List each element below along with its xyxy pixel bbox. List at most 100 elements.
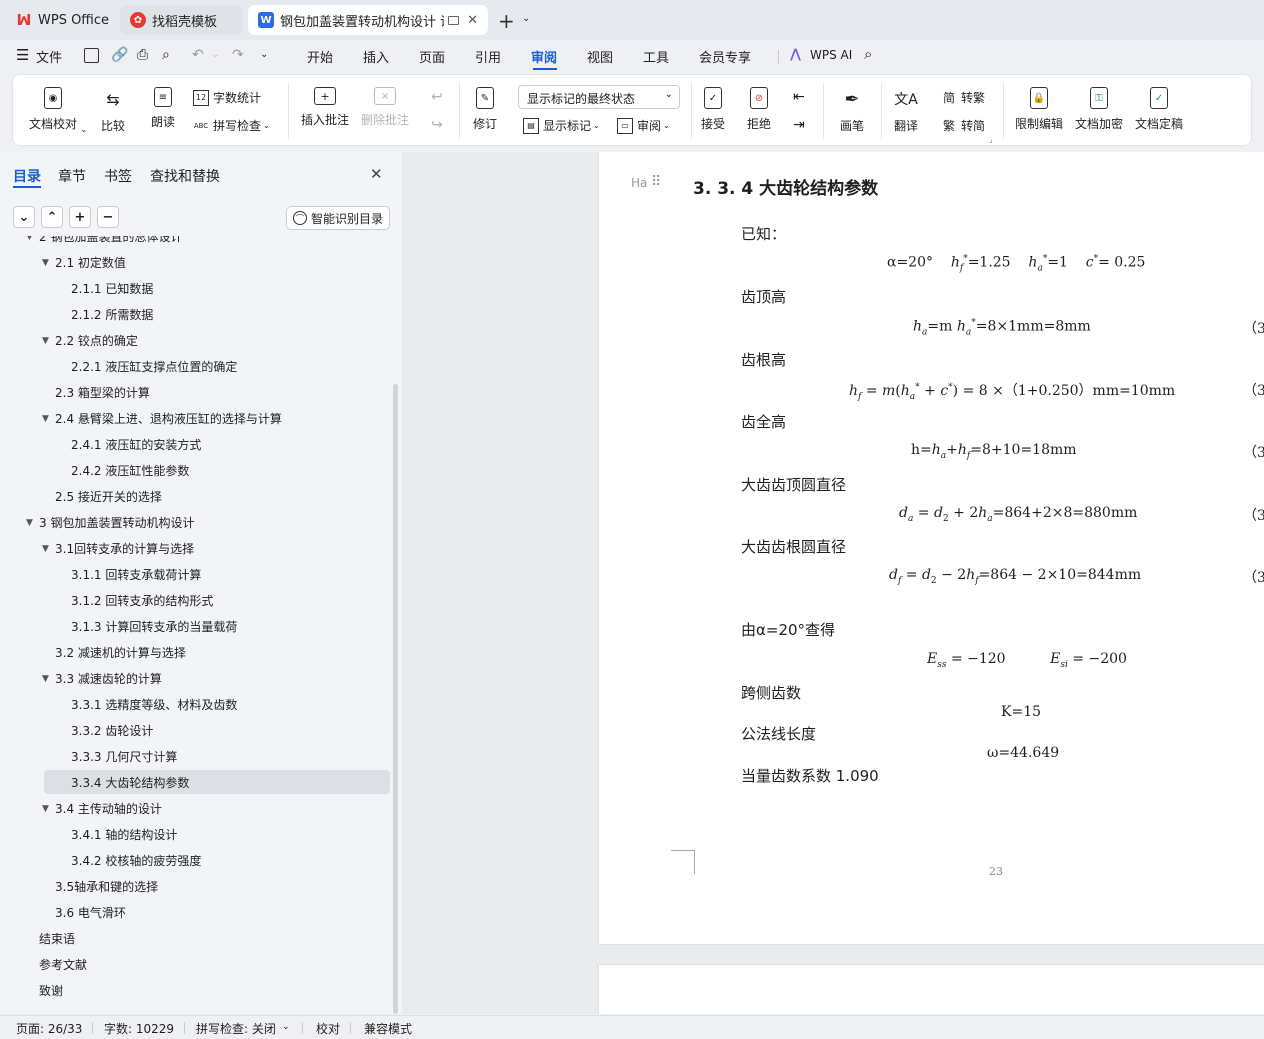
print-preview-icon[interactable]: ⌕ [162,47,170,63]
proofread-status[interactable]: 校对 [316,1020,340,1037]
chevron-down-icon[interactable]: ⌄ [282,1022,290,1032]
toc-item[interactable]: 结束语 [39,926,75,952]
toc-scrollbar[interactable] [393,384,398,1014]
translate-button[interactable]: 文A 翻译 [893,87,919,134]
toc-item[interactable]: 3.6 电气滑环 [55,900,126,926]
close-pane-icon[interactable]: ✕ [370,165,383,183]
collapse-all-button[interactable]: ⌃ [41,206,63,228]
drag-handle-icon[interactable]: ⠿ [651,174,661,190]
toc-item[interactable]: 3.3.3 几何尺寸计算 [71,744,177,770]
toc-item[interactable]: 3.3.1 选精度等级、材料及齿数 [71,692,237,718]
expand-toggle-icon[interactable]: ▼ [42,544,49,554]
spell-check-button[interactable]: ABC 拼写检查 ⌄ [193,117,270,134]
toc-item[interactable]: 2.3 箱型梁的计算 [55,380,150,406]
menu-wps-ai[interactable]: WPS AI [810,48,852,62]
to-traditional-button[interactable]: 简转繁 [941,89,985,106]
toc-item[interactable]: 3.1.2 回转支承的结构形式 [71,588,213,614]
menu-member[interactable]: 会员专享 [699,47,751,66]
menu-view[interactable]: 视图 [587,47,613,66]
tab-document[interactable]: W 钢包加盖装置转动机构设计 说 ✕ [248,5,488,35]
add-level-button[interactable]: + [69,206,91,228]
menu-home[interactable]: 开始 [307,47,333,66]
remove-level-button[interactable]: − [97,206,119,228]
menu-review[interactable]: 审阅 [531,47,557,66]
toc-item[interactable]: 2 钢包加盖装置的总体设计 [39,236,182,250]
tab-template[interactable]: ✿ 找稻壳模板 [120,5,242,35]
toc-item[interactable]: 参考文献 [39,952,87,978]
toc-item[interactable]: 2.1.2 所需数据 [71,302,153,328]
chevron-down-icon[interactable]: ⌄ [522,13,530,24]
read-aloud-button[interactable]: ≡ 朗读 [151,87,175,130]
toc-item[interactable]: 3.5轴承和键的选择 [55,874,158,900]
search-icon[interactable]: ⌕ [864,45,872,63]
menu-reference[interactable]: 引用 [475,47,501,66]
toc-item[interactable]: 3.1.3 计算回转支承的当量载荷 [71,614,237,640]
link-icon[interactable]: 🔗 [111,47,128,63]
tab-wps-office[interactable]: ꟽ WPS Office [6,5,114,35]
word-count-indicator[interactable]: 字数: 10229 [104,1020,174,1037]
toc-item[interactable]: 致谢 [39,978,63,1004]
toc-item[interactable]: 2.2.1 液压缸支撑点位置的确定 [71,354,237,380]
expand-toggle-icon[interactable]: ▼ [42,258,49,268]
toc-item[interactable]: 3.4.1 轴的结构设计 [71,822,177,848]
toc-item[interactable]: 3.1.1 回转支承载荷计算 [71,562,201,588]
menu-file[interactable]: 文件 [36,47,62,66]
toc-item[interactable]: 3.2 减速机的计算与选择 [55,640,186,666]
toc-item[interactable]: 3.3.2 齿轮设计 [71,718,153,744]
toc-item[interactable]: 2.1.1 已知数据 [71,276,153,302]
toc-item[interactable]: 2.5 接近开关的选择 [55,484,162,510]
expand-toggle-icon[interactable]: ▼ [42,674,49,684]
toc-item[interactable]: 3.3.4 大齿轮结构参数 [71,770,189,796]
tab-toc[interactable]: 目录 [13,166,41,186]
toc-item[interactable]: 2.1 初定数值 [55,250,126,276]
hamburger-icon[interactable]: ☰ [16,46,29,64]
toc-item[interactable]: 3.4 主传动轴的设计 [55,796,162,822]
toc-item[interactable]: 2.2 铰点的确定 [55,328,138,354]
reject-button[interactable]: ⊘ 拒绝 [747,87,771,132]
proofread-button[interactable]: ◉ 文档校对 ⌄ [29,87,87,134]
more-dropdown-icon[interactable]: ⌄ [260,49,268,60]
smart-toc-button[interactable]: ⌒ 智能识别目录 [286,206,390,230]
redo-icon[interactable]: ↷ [232,47,244,63]
close-tab-icon[interactable]: ✕ [467,13,478,28]
next-change-icon[interactable]: ⇥ [793,117,805,133]
tab-chapters[interactable]: 章节 [58,166,86,186]
expand-toggle-icon[interactable]: ▼ [42,804,49,814]
menu-page[interactable]: 页面 [419,47,445,66]
tab-bookmarks[interactable]: 书签 [104,166,132,186]
toc-item[interactable]: 2.4.2 液压缸性能参数 [71,458,189,484]
encrypt-button[interactable]: ⚿ 文档加密 [1075,87,1123,132]
markup-state-select[interactable]: 显示标记的最终状态 ⌄ [518,85,680,109]
toc-item[interactable]: 3.3 减速齿轮的计算 [55,666,162,692]
expand-toggle-icon[interactable]: ▼ [26,236,33,242]
menu-tools[interactable]: 工具 [643,47,669,66]
accept-button[interactable]: ✓ 接受 [701,87,725,132]
page-indicator[interactable]: 页面: 26/33 [16,1020,82,1037]
monitor-icon[interactable] [447,15,460,25]
toc-item[interactable]: 3.1回转支承的计算与选择 [55,536,194,562]
next-comment-icon[interactable]: ↪ [431,117,443,133]
print-icon[interactable]: ⎙ [137,47,148,63]
previous-comment-icon[interactable]: ↩ [431,89,443,105]
expand-toggle-icon[interactable]: ▼ [26,518,33,528]
undo-icon[interactable]: ↶ [192,47,204,63]
expand-toggle-icon[interactable]: ▼ [42,336,49,346]
word-count-button[interactable]: 12 字数统计 [193,89,261,106]
group-expand-icon[interactable]: ⌟ [989,135,993,144]
new-tab-icon[interactable]: + [498,9,515,33]
compare-button[interactable]: ⇆ 比较 [100,87,126,134]
previous-change-icon[interactable]: ⇤ [793,89,805,105]
to-simplified-button[interactable]: 繁转简 [941,117,985,134]
revise-button[interactable]: ✎ 修订 [473,87,497,132]
review-pane-button[interactable]: ▭ 审阅 ⌄ [617,117,670,134]
delete-comment-button[interactable]: × 删除批注 [361,87,409,128]
finalize-button[interactable]: ✓ 文档定稿 [1135,87,1183,132]
toc-item[interactable]: 2.4 悬臂梁上进、退构液压缸的选择与计算 [55,406,282,432]
show-markup-button[interactable]: ▤ 显示标记 ⌄ [523,117,600,134]
toc-item[interactable]: 3 钢包加盖装置转动机构设计 [39,510,194,536]
expand-all-button[interactable]: ⌄ [13,206,35,228]
restrict-edit-button[interactable]: 🔒 限制编辑 [1015,87,1063,132]
undo-dropdown-icon[interactable]: ⌄ [212,50,220,60]
spell-check-status[interactable]: 拼写检查: 关闭 [196,1020,276,1037]
save-icon[interactable] [84,48,99,63]
